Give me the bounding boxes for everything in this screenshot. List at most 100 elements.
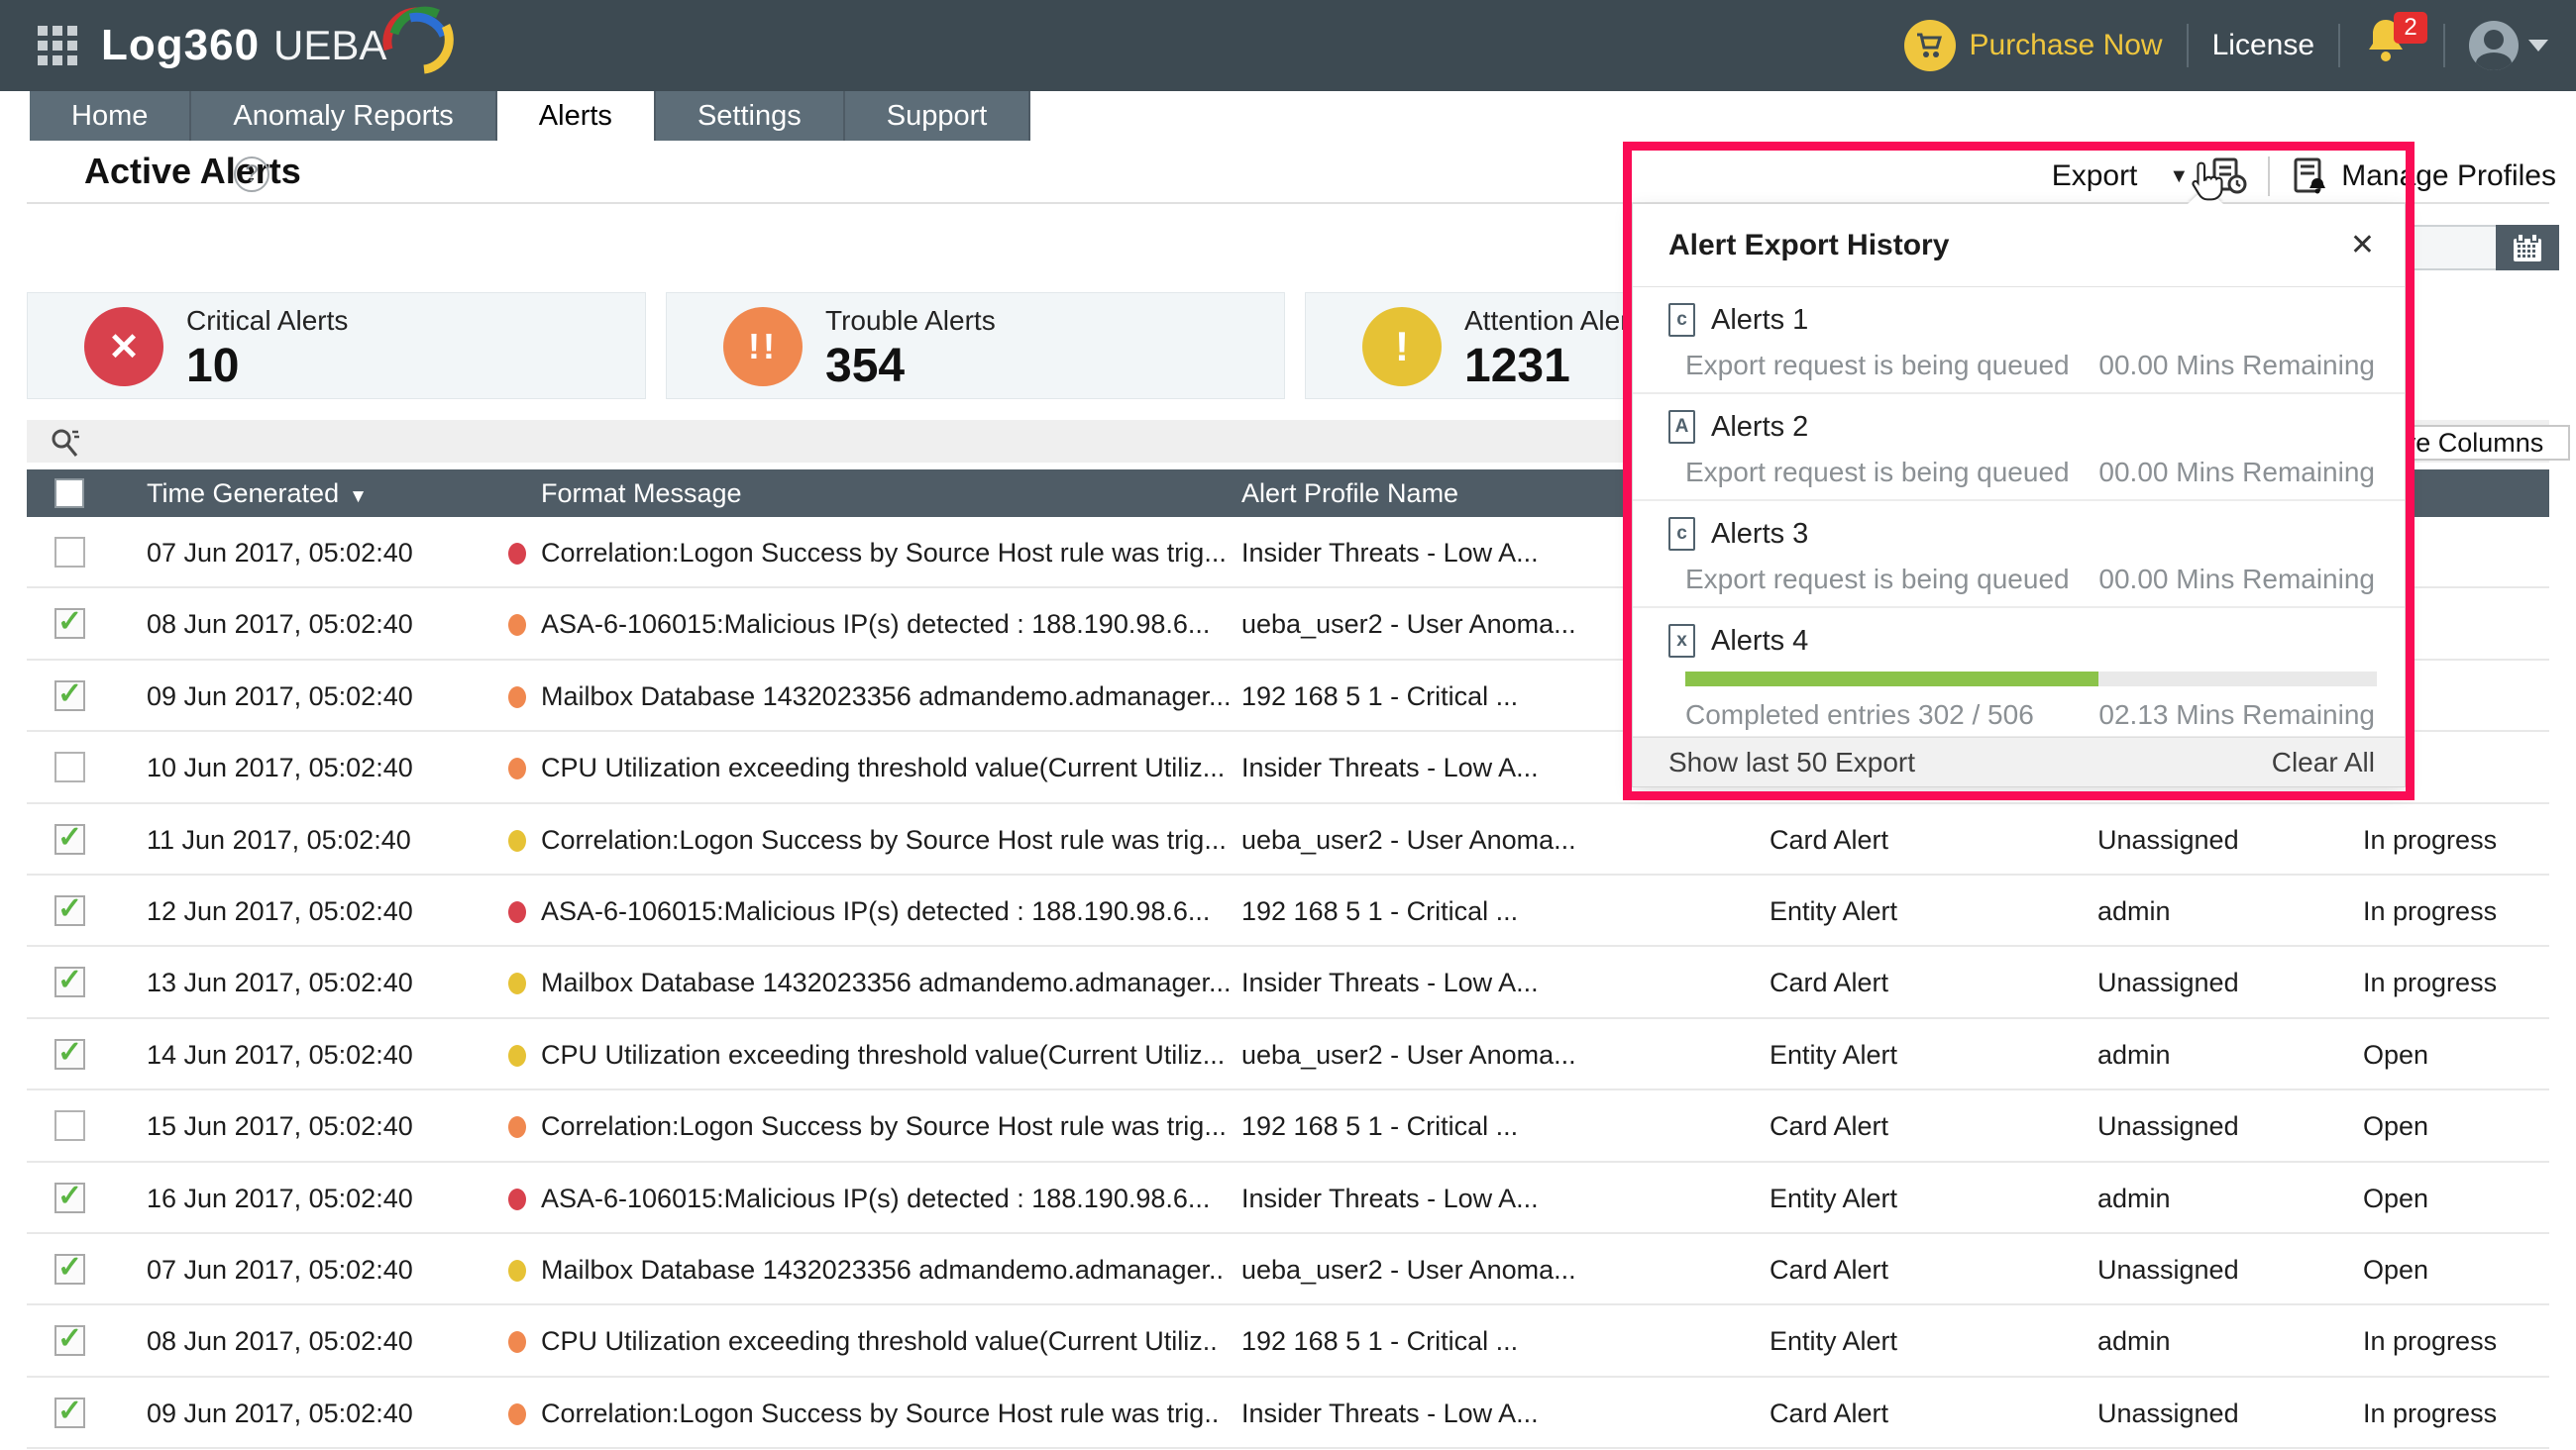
card-label: Critical Alerts [186,305,348,337]
row-checkbox[interactable]: ✓ [54,537,85,568]
card-label: Trouble Alerts [825,305,996,337]
calendar-icon[interactable] [2496,225,2559,270]
show-last-50-export-link[interactable]: Show last 50 Export [1668,747,1915,778]
table-row[interactable]: ✓ 07 Jun 2017, 05:02:40 Mailbox Database… [27,1234,2549,1305]
row-checkbox[interactable]: ✓ [54,1039,85,1070]
tab-settings[interactable]: Settings [656,91,845,141]
manage-profiles-button[interactable]: Manage Profiles [2290,156,2556,196]
export-item[interactable]: A Alerts 2 Export request is being queue… [1633,394,2405,501]
alert-profile-name-cell: 192 168 5 1 - Critical ... [1241,1305,1518,1377]
format-message-cell: Mailbox Database 1432023356 admandemo.ad… [541,947,1232,1018]
row-checkbox[interactable]: ✓ [54,1183,85,1213]
sort-descending-icon: ▼ [349,486,368,507]
export-item[interactable]: c Alerts 1 Export request is being queue… [1633,287,2405,394]
tab-alerts[interactable]: Alerts [497,91,656,141]
app-grid-icon[interactable] [38,26,79,67]
row-checkbox[interactable]: ✓ [54,752,85,782]
row-checkbox[interactable]: ✓ [54,895,85,926]
checkmark-icon: ✓ [57,604,82,639]
row-checkbox[interactable]: ✓ [54,1398,85,1428]
purchase-now-label: Purchase Now [1970,29,2163,62]
assigned-to-cell: admin [2097,1163,2171,1234]
row-checkbox[interactable]: ✓ [54,608,85,639]
row-checkbox[interactable]: ✓ [54,680,85,711]
export-item-name: Alerts 2 [1711,411,1808,444]
clear-all-link[interactable]: Clear All [2272,747,2375,778]
table-row[interactable]: ✓ 11 Jun 2017, 05:02:40 Correlation:Logo… [27,804,2549,876]
column-header-format-message[interactable]: Format Message [541,469,742,517]
status-cell: In progress [2363,876,2497,947]
search-icon[interactable] [49,426,82,460]
time-generated-cell: 16 Jun 2017, 05:02:40 [147,1163,413,1234]
alert-type-cell: Card Alert [1770,1378,1888,1449]
status-cell: Open [2363,1163,2428,1234]
table-row[interactable]: ✓ 12 Jun 2017, 05:02:40 ASA-6-106015:Mal… [27,876,2549,947]
close-icon[interactable]: ✕ [2350,204,2375,287]
export-item[interactable]: x Alerts 4 Completed entries 302 / 506 0… [1633,608,2405,738]
purchase-now-button[interactable]: Purchase Now [1904,20,2163,71]
export-label: Export [2052,159,2138,193]
table-row[interactable]: ✓ 15 Jun 2017, 05:02:40 Correlation:Logo… [27,1090,2549,1162]
format-message-cell: CPU Utilization exceeding threshold valu… [541,732,1225,803]
checkmark-icon: ✓ [57,1250,82,1285]
time-generated-cell: 12 Jun 2017, 05:02:40 [147,876,413,947]
divider [2187,24,2189,67]
divider [2443,24,2445,67]
format-message-cell: Correlation:Logon Success by Source Host… [541,517,1227,588]
assigned-to-cell: Unassigned [2097,1234,2239,1305]
logo-secondary-text: UEBA [273,22,386,69]
row-checkbox[interactable]: ✓ [54,1254,85,1285]
format-message-cell: Mailbox Database 1432023356 admandemo.ad… [541,1234,1224,1305]
table-row[interactable]: ✓ 09 Jun 2017, 05:02:40 Correlation:Logo… [27,1378,2549,1449]
column-header-alert-profile-name[interactable]: Alert Profile Name [1241,469,1458,517]
alert-profile-name-cell: Insider Threats - Low A... [1241,1163,1539,1234]
table-row[interactable]: ✓ 13 Jun 2017, 05:02:40 Mailbox Database… [27,947,2549,1018]
column-header-time-generated[interactable]: Time Generated▼ [147,469,368,521]
row-checkbox[interactable]: ✓ [54,824,85,855]
alert-profile-name-cell: ueba_user2 - User Anoma... [1241,588,1576,660]
alert-profile-name-cell: ueba_user2 - User Anoma... [1241,804,1576,876]
notifications-bell-icon[interactable]: 2 [2364,16,2419,75]
alert-type-cell: Entity Alert [1770,1163,1897,1234]
row-checkbox[interactable]: ✓ [54,1110,85,1141]
row-checkbox[interactable]: ✓ [54,1325,85,1356]
row-checkbox[interactable]: ✓ [54,967,85,997]
alert-type-cell: Card Alert [1770,804,1888,876]
time-generated-cell: 11 Jun 2017, 05:02:40 [147,804,411,876]
profile-notification-icon [2290,156,2329,196]
table-row[interactable]: ✓ 08 Jun 2017, 05:02:40 CPU Utilization … [27,1305,2549,1377]
table-row[interactable]: ✓ 16 Jun 2017, 05:02:40 ASA-6-106015:Mal… [27,1163,2549,1234]
export-items-list: c Alerts 1 Export request is being queue… [1633,287,2405,738]
status-cell: Open [2363,1234,2428,1305]
help-icon[interactable]: ? [234,156,269,192]
status-cell: Open [2363,1090,2428,1162]
alert-profile-name-cell: 192 168 5 1 - Critical ... [1241,661,1518,732]
license-link[interactable]: License [2212,29,2314,62]
format-message-cell: CPU Utilization exceeding threshold valu… [541,1305,1218,1377]
trouble-alerts-card[interactable]: !! Trouble Alerts 354 [666,292,1285,399]
cart-icon [1904,20,1956,71]
table-row[interactable]: ✓ 14 Jun 2017, 05:02:40 CPU Utilization … [27,1019,2549,1090]
export-dropdown-button[interactable]: Export ▼ [2052,159,2190,193]
user-menu[interactable] [2469,21,2548,70]
attention-exclamation-icon: ! [1362,307,1442,386]
severity-dot-icon [508,1045,526,1067]
chevron-down-icon [2528,40,2548,52]
export-item-time-remaining: 02.13 Mins Remaining [2098,699,2375,731]
severity-dot-icon [508,686,526,708]
export-item[interactable]: c Alerts 3 Export request is being queue… [1633,501,2405,608]
pdf-file-icon: A [1668,410,1695,444]
critical-alerts-card[interactable]: ✕ Critical Alerts 10 [27,292,646,399]
alert-profile-name-cell: ueba_user2 - User Anoma... [1241,1234,1576,1305]
alert-type-cell: Card Alert [1770,1090,1888,1162]
tab-home[interactable]: Home [30,91,191,141]
assigned-to-cell: admin [2097,1019,2171,1090]
main-nav: Home Anomaly Reports Alerts Settings Sup… [0,91,1030,141]
popup-header: Alert Export History ✕ [1633,204,2405,287]
severity-dot-icon [508,614,526,636]
select-all-checkbox[interactable] [54,478,84,508]
tab-anomaly-reports[interactable]: Anomaly Reports [191,91,496,141]
tab-support[interactable]: Support [845,91,1031,141]
export-item-time-remaining: 00.00 Mins Remaining [2098,564,2375,595]
severity-dot-icon [508,973,526,994]
